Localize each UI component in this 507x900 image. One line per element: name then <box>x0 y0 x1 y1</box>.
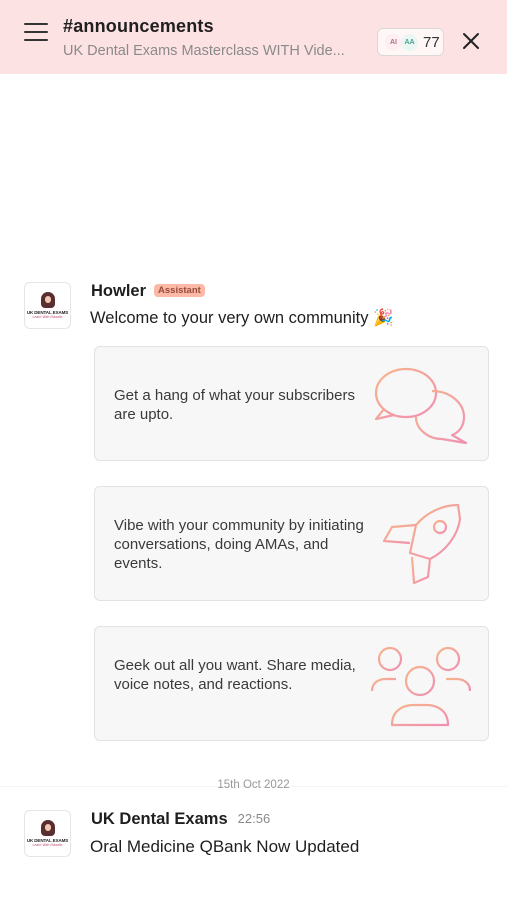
assistant-badge: Assistant <box>154 284 205 297</box>
avatar[interactable]: UK DENTAL EXAMS Learn With Niloofar <box>24 810 71 857</box>
people-group-icon <box>370 646 472 727</box>
avatar-logo-subtitle: Learn With Niloofar <box>32 843 63 847</box>
rocket-icon <box>382 503 462 585</box>
avatar-portrait <box>40 820 55 836</box>
member-avatar: AI <box>385 33 402 51</box>
card-text: Geek out all you want. Share media, voic… <box>114 657 356 693</box>
date-separator: 15th Oct 2022 <box>217 779 290 791</box>
hamburger-menu-icon[interactable] <box>24 23 48 45</box>
message-text: Welcome to your very own community 🎉 <box>90 309 394 327</box>
members-button[interactable]: AI AA 77 <box>377 28 444 56</box>
member-avatar: AA <box>401 33 418 51</box>
channel-title: #announcements <box>63 16 214 36</box>
sender-name: Howler Assistant <box>91 282 205 301</box>
channel-header: #announcements UK Dental Exams Mastercla… <box>0 0 507 74</box>
feature-card-subscribers[interactable]: Get a hang of what your subscribers are … <box>94 346 489 461</box>
message-text: Oral Medicine QBank Now Updated <box>90 837 360 856</box>
close-icon[interactable] <box>460 30 482 52</box>
member-count: 77 <box>423 33 440 51</box>
feature-card-media[interactable]: Geek out all you want. Share media, voic… <box>94 626 489 741</box>
sender-label: Howler <box>91 282 147 300</box>
sender-name: UK Dental Exams 22:56 <box>91 810 270 829</box>
card-text: Get a hang of what your subscribers are … <box>114 387 355 423</box>
avatar-portrait <box>40 292 55 308</box>
channel-title-block[interactable]: #announcements UK Dental Exams Mastercla… <box>63 16 363 59</box>
avatar[interactable]: UK DENTAL EXAMS Learn With Niloofar <box>24 282 71 329</box>
avatar-logo-subtitle: Learn With Niloofar <box>32 315 63 319</box>
message-time: 22:56 <box>237 811 271 826</box>
card-text: Vibe with your community by initiating c… <box>114 517 364 572</box>
sender-label: UK Dental Exams <box>91 810 228 828</box>
community-name: UK Dental Exams Masterclass WITH Vide... <box>63 43 345 59</box>
chat-bubbles-icon <box>374 367 468 445</box>
feature-card-community[interactable]: Vibe with your community by initiating c… <box>94 486 489 601</box>
